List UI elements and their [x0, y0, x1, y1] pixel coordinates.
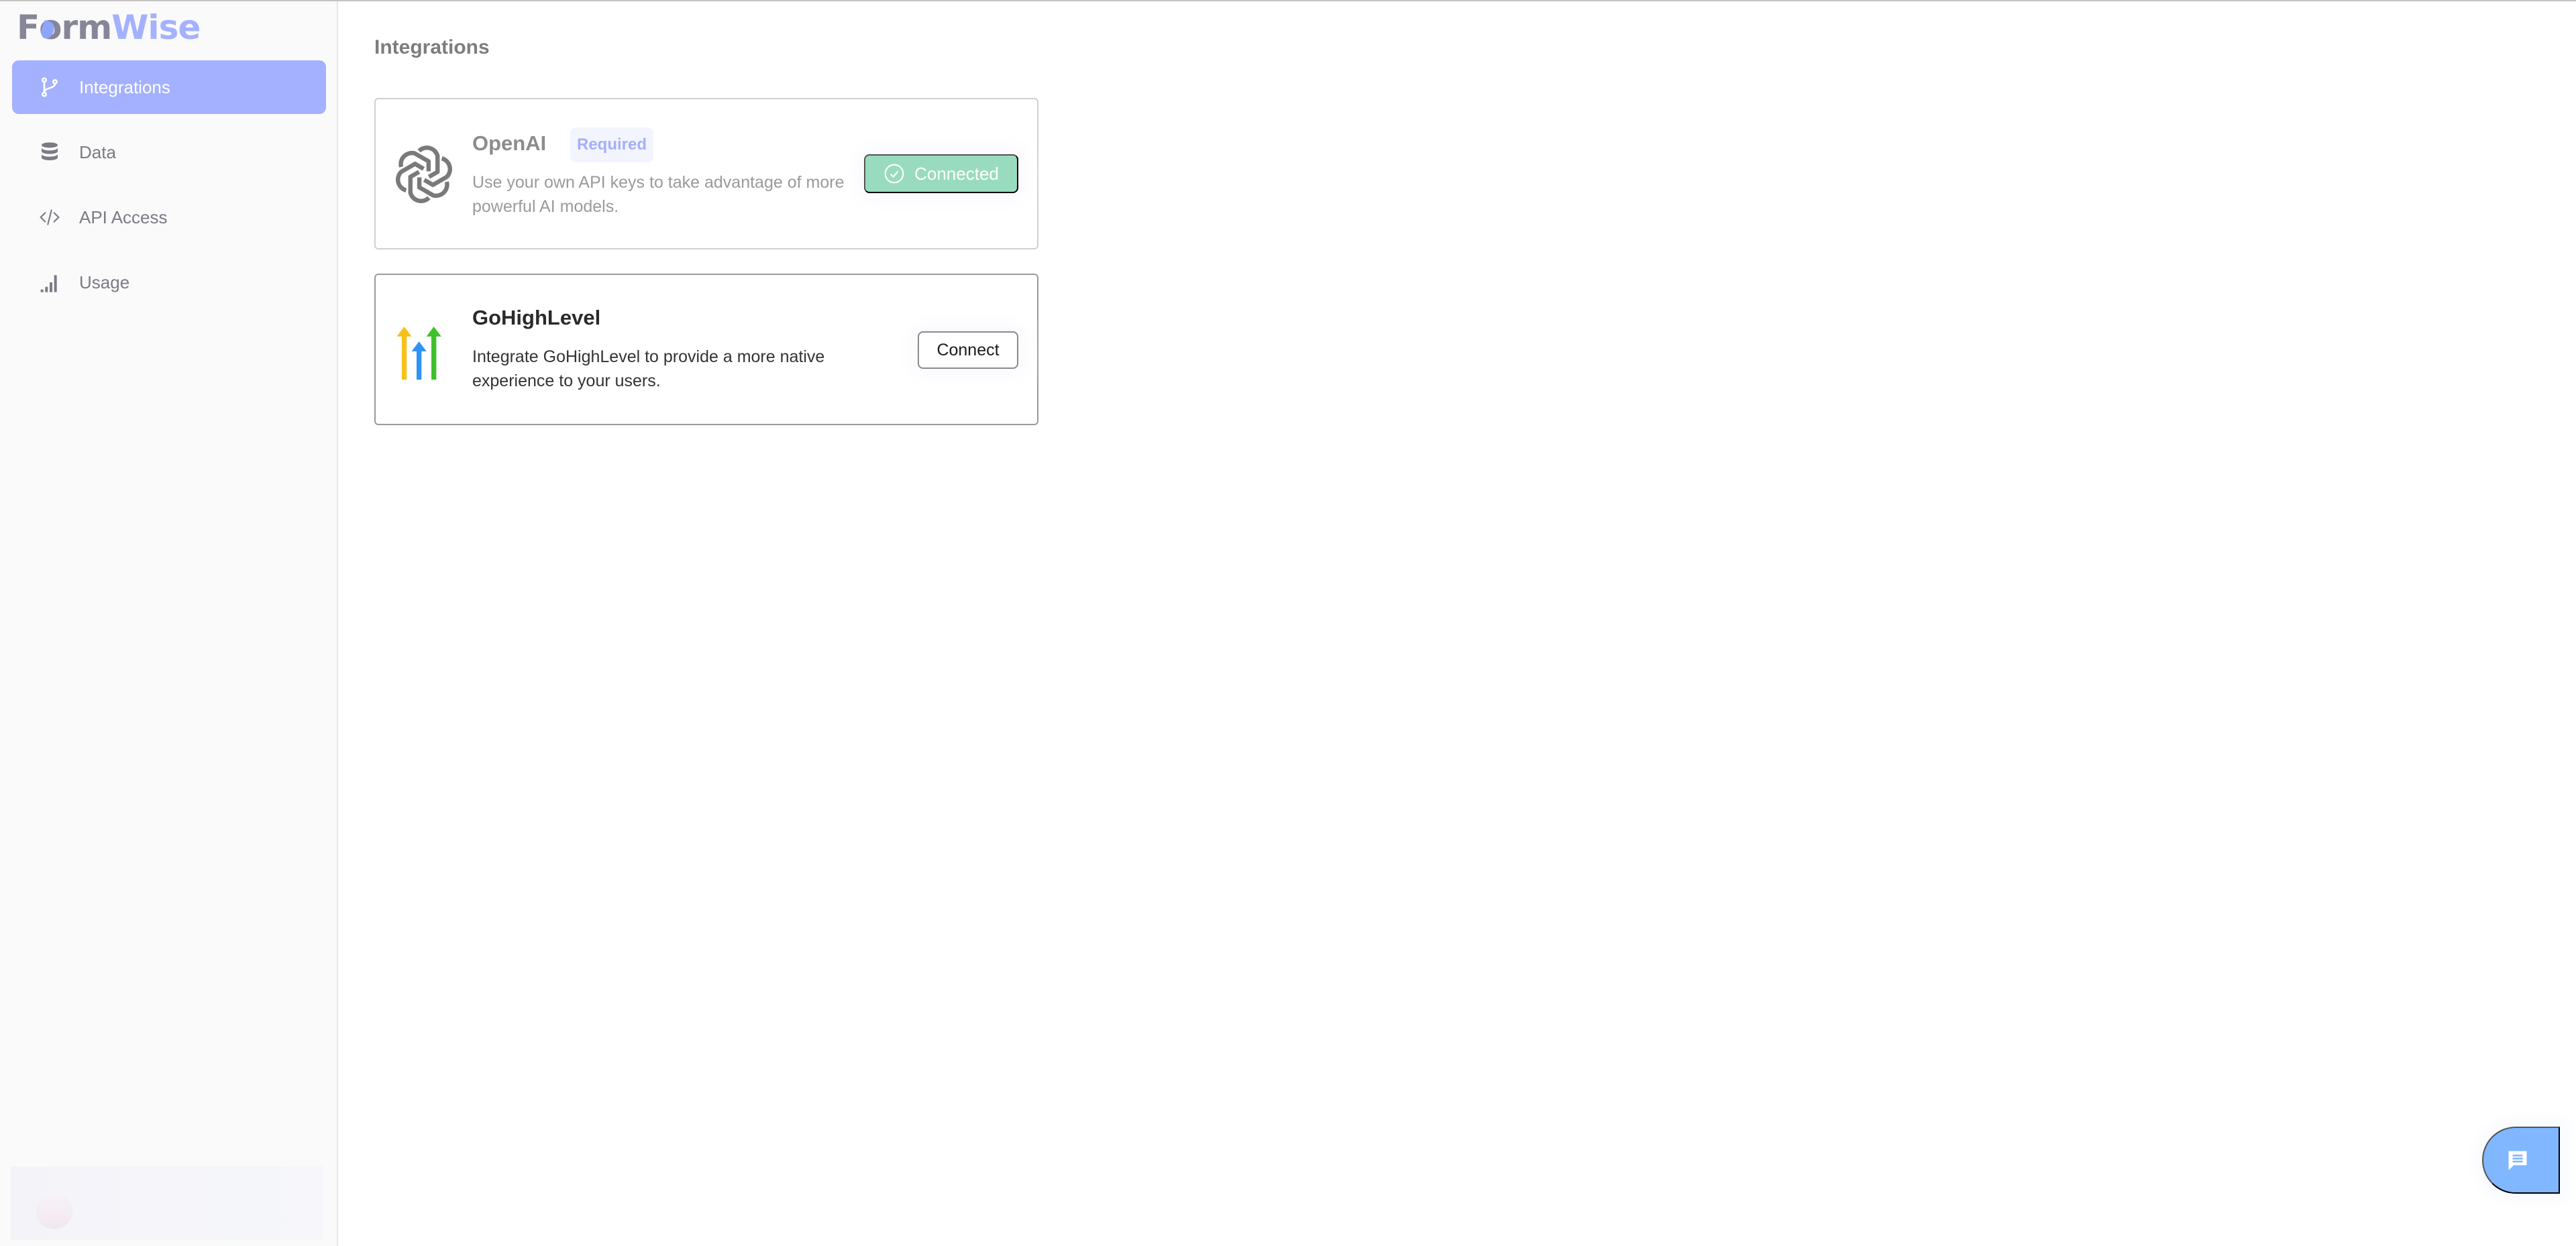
database-icon [38, 141, 62, 163]
integration-description: Integrate GoHighLevel to provide a more … [472, 347, 825, 390]
code-icon [38, 207, 62, 228]
required-badge: Required [570, 127, 654, 162]
page-title: Integrations [374, 36, 490, 58]
sidebar-item-api-access[interactable]: API Access [12, 190, 326, 244]
gohighlevel-logo-icon [393, 319, 455, 381]
avatar [36, 1193, 72, 1229]
sidebar-item-label: Integrations [79, 76, 170, 97]
sidebar-item-label: Usage [79, 272, 130, 292]
signal-bars-icon [38, 272, 62, 293]
connected-button[interactable]: Connected [864, 154, 1018, 193]
chat-widget-button[interactable] [2482, 1127, 2560, 1194]
openai-logo-icon [393, 144, 455, 205]
formwise-logo[interactable]: FormWise [17, 8, 201, 47]
main-content: Integrations OpenAI Required Use your ow… [339, 1, 2576, 1246]
connect-button[interactable]: Connect [918, 331, 1018, 369]
sidebar-item-label: Data [79, 141, 116, 162]
integration-card-gohighlevel: GoHighLevel Integrate GoHighLevel to pro… [374, 274, 1038, 425]
integration-name: GoHighLevel [472, 306, 601, 329]
logo-leaf-icon: o [39, 8, 62, 47]
integration-description: Use your own API keys to take advantage … [472, 173, 845, 216]
sidebar-item-label: API Access [79, 207, 168, 227]
chat-message-icon [2508, 1151, 2527, 1170]
sidebar-nav: Integrations Data API Access Usage [12, 60, 326, 321]
sidebar-item-usage[interactable]: Usage [12, 256, 326, 309]
connected-label: Connected [914, 163, 999, 184]
integration-card-openai: OpenAI Required Use your own API keys to… [374, 98, 1038, 249]
integration-name: OpenAI [472, 131, 547, 155]
sidebar-item-integrations[interactable]: Integrations [12, 60, 326, 114]
user-profile-card[interactable] [11, 1166, 323, 1240]
sidebar-item-data[interactable]: Data [12, 125, 326, 179]
sidebar: FormWise Integrations Data API Access Us… [0, 1, 338, 1246]
check-circle-icon [884, 164, 904, 184]
git-branch-icon [38, 76, 62, 98]
